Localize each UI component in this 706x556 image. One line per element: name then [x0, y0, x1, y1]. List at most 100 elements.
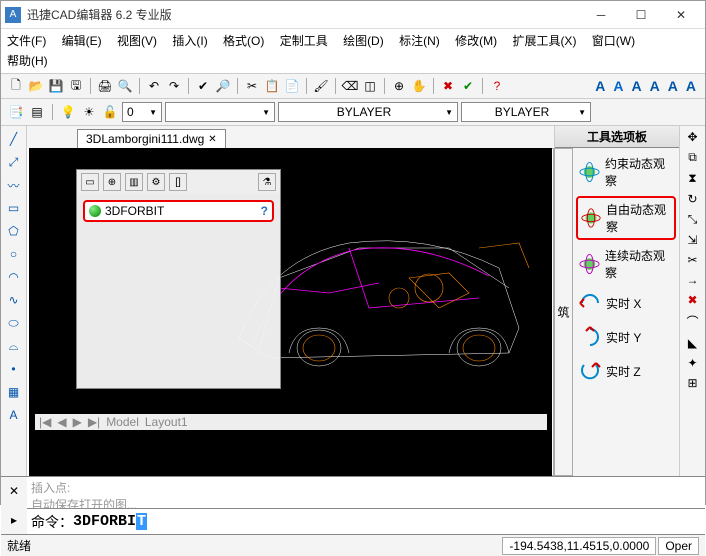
text-style-a3[interactable]: A: [629, 78, 645, 94]
popup-help-icon[interactable]: ?: [261, 204, 268, 218]
offset-icon[interactable]: ◫: [361, 77, 379, 95]
popup-icon-1[interactable]: ▭: [81, 173, 99, 191]
text-style-a6[interactable]: A: [683, 78, 699, 94]
text-style-a5[interactable]: A: [665, 78, 681, 94]
zoom-icon[interactable]: ⊕: [390, 77, 408, 95]
layout-layout1[interactable]: Layout1: [145, 415, 188, 429]
cut-icon[interactable]: ✂: [243, 77, 261, 95]
mirror-icon[interactable]: ⧗: [688, 171, 696, 186]
tab-nav-next[interactable]: ▶: [73, 415, 82, 429]
trim-icon[interactable]: ✂: [687, 253, 697, 267]
copy-icon[interactable]: 📋: [263, 77, 281, 95]
text-style-a4[interactable]: A: [647, 78, 663, 94]
erase-icon[interactable]: ⌫: [341, 77, 359, 95]
text-icon[interactable]: A: [5, 406, 23, 424]
pal-item-cont[interactable]: 连续动态观察: [576, 244, 676, 284]
close-button[interactable]: ✕: [661, 3, 701, 27]
point-icon[interactable]: •: [5, 360, 23, 378]
ellipse-icon[interactable]: ⬭: [5, 314, 23, 332]
cmd-expand-icon[interactable]: ▸: [11, 513, 17, 527]
pal-item-rtz[interactable]: 实时 Z: [576, 356, 676, 386]
pal-item-free[interactable]: 自由动态观察: [576, 196, 676, 240]
stretch-icon[interactable]: ⇲: [687, 233, 697, 247]
match-icon[interactable]: 🖌: [312, 77, 330, 95]
menu-insert[interactable]: 插入(I): [172, 31, 207, 51]
rotate-icon[interactable]: ↻: [687, 192, 697, 206]
scale-icon[interactable]: ⤡: [688, 212, 698, 227]
move-icon[interactable]: ✥: [687, 130, 697, 144]
polyline-icon[interactable]: 〰: [5, 176, 23, 194]
text-style-a2[interactable]: A: [610, 78, 626, 94]
rect-icon[interactable]: ▭: [5, 199, 23, 217]
pan-icon[interactable]: ✋: [410, 77, 428, 95]
spell-icon[interactable]: ✔: [194, 77, 212, 95]
layer-icon[interactable]: 📑: [7, 103, 25, 121]
copy2-icon[interactable]: ⧉: [688, 150, 697, 165]
sun-icon[interactable]: ☀: [80, 103, 98, 121]
menu-ext[interactable]: 扩展工具(X): [512, 31, 576, 51]
explode-icon[interactable]: ✦: [687, 356, 697, 370]
pal-item-rtx[interactable]: 实时 X: [576, 288, 676, 318]
pal-item-rty[interactable]: 实时 Y: [576, 322, 676, 352]
pal-tab-1[interactable]: 筑: [554, 148, 573, 476]
popup-icon-2[interactable]: ⊕: [103, 173, 121, 191]
redo-icon[interactable]: ↷: [165, 77, 183, 95]
save-icon[interactable]: 💾: [47, 77, 65, 95]
ray-icon[interactable]: ⤢: [5, 153, 23, 171]
cancel-icon[interactable]: ✖: [439, 77, 457, 95]
layer2-icon[interactable]: ▤: [28, 103, 46, 121]
menu-custom[interactable]: 定制工具: [280, 31, 328, 51]
popup-icon-3[interactable]: ▥: [125, 173, 143, 191]
break-icon[interactable]: ✖: [687, 293, 697, 307]
new-icon[interactable]: 🗋: [7, 77, 25, 95]
preview-icon[interactable]: 🔍: [116, 77, 134, 95]
help-icon[interactable]: ?: [488, 77, 506, 95]
tab-nav-prev[interactable]: ◀: [57, 415, 66, 429]
extend-icon[interactable]: →: [687, 273, 699, 287]
pal-item-constrain[interactable]: 约束动态观察: [576, 152, 676, 192]
menu-window[interactable]: 窗口(W): [592, 31, 635, 51]
layout-tabbar[interactable]: |◀ ◀ ▶ ▶| Model Layout1: [35, 414, 547, 430]
undo-icon[interactable]: ↶: [145, 77, 163, 95]
menu-file[interactable]: 文件(F): [7, 31, 46, 51]
linetype-combo[interactable]: BYLAYER▼: [278, 102, 458, 122]
spline-icon[interactable]: ∿: [5, 291, 23, 309]
paste-icon[interactable]: 📄: [283, 77, 301, 95]
ok-icon[interactable]: ✔: [459, 77, 477, 95]
palette-side-tabs[interactable]: 筑 连续动态… 绘图顺序: [555, 148, 573, 476]
bulb-icon[interactable]: 💡: [59, 103, 77, 121]
document-tab[interactable]: 3DLamborgini111.dwg ✕: [77, 129, 226, 148]
chamfer-icon[interactable]: ◣: [688, 336, 697, 350]
maximize-button[interactable]: ☐: [621, 3, 661, 27]
saveall-icon[interactable]: 🖫: [67, 77, 85, 95]
find-icon[interactable]: 🔎: [214, 77, 232, 95]
flask-icon[interactable]: ⚗: [258, 173, 276, 191]
popup-icon-5[interactable]: []: [169, 173, 187, 191]
text-style-a1[interactable]: A: [592, 78, 608, 94]
lineweight-combo[interactable]: BYLAYER▼: [461, 102, 591, 122]
menu-format[interactable]: 格式(O): [223, 31, 264, 51]
circle-icon[interactable]: ○: [5, 245, 23, 263]
command-line[interactable]: 命令： 3DFORBIT: [27, 508, 705, 534]
hatch-icon[interactable]: ▦: [5, 383, 23, 401]
layout-model[interactable]: Model: [106, 415, 139, 429]
gear-icon[interactable]: ⚙: [147, 173, 165, 191]
tab-close-icon[interactable]: ✕: [208, 134, 216, 145]
menu-draw[interactable]: 绘图(D): [343, 31, 384, 51]
menu-edit[interactable]: 编辑(E): [62, 31, 102, 51]
elarc-icon[interactable]: ⌓: [5, 337, 23, 355]
menu-dim[interactable]: 标注(N): [399, 31, 440, 51]
cmd-close-icon[interactable]: ✕: [9, 484, 19, 498]
layer-combo[interactable]: 0▼: [122, 102, 162, 122]
fillet-icon[interactable]: ⌒: [686, 313, 698, 330]
menu-help[interactable]: 帮助(H): [7, 51, 48, 71]
tab-nav-first[interactable]: |◀: [39, 415, 51, 429]
minimize-button[interactable]: ─: [581, 3, 621, 27]
lock-icon[interactable]: 🔓: [101, 103, 119, 121]
print-icon[interactable]: 🖨: [96, 77, 114, 95]
menu-view[interactable]: 视图(V): [117, 31, 157, 51]
open-icon[interactable]: 📂: [27, 77, 45, 95]
menu-modify[interactable]: 修改(M): [455, 31, 497, 51]
polygon-icon[interactable]: ⬠: [5, 222, 23, 240]
tab-nav-last[interactable]: ▶|: [88, 415, 100, 429]
